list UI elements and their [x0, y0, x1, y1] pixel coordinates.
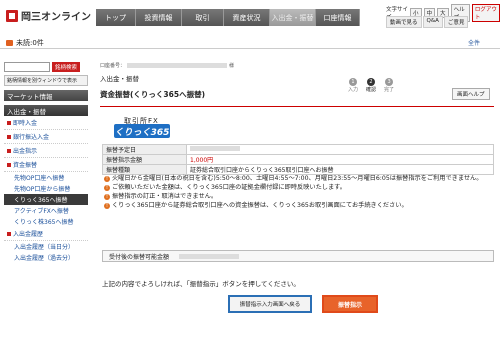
- available-amount-box: 受付後の振替可能金額: [102, 250, 494, 262]
- note-item: ! ご依頼いただいた金額は、くりっく365口座の証拠金欄付録に即時反映いたします。: [104, 184, 346, 191]
- account-label: 口座番号：: [100, 63, 126, 69]
- bullet-icon: [7, 148, 11, 153]
- logout-button[interactable]: ログアウト: [471, 4, 500, 22]
- tab-top[interactable]: トップ: [96, 9, 136, 26]
- sidebar: 銘柄検索 銘柄情報を別ウィンドウで表示 マーケット情報 入出金・振替 即時入金 …: [4, 62, 88, 263]
- sidebar-item-withdrawal[interactable]: 出金指示: [4, 144, 88, 158]
- step-complete: 3 完了: [384, 78, 395, 93]
- unread-count: 未読:0件: [16, 39, 44, 47]
- util-links: 動画で見る Q&A ご意見: [386, 16, 469, 28]
- sidebar-item-label: 出金指示: [13, 148, 38, 155]
- sidebar-item-label: 資金振替: [13, 162, 38, 169]
- sidebar-sub-futures-to[interactable]: 先物OP口座へ振替: [4, 172, 88, 183]
- tab-deposit-transfer[interactable]: 入出金・振替: [270, 9, 316, 26]
- sidebar-sub-activefx[interactable]: アクティブFXへ振替: [4, 205, 88, 216]
- note-item: ! 振替指示の訂正・取消はできません。: [104, 193, 218, 200]
- sidebar-sub-history-past[interactable]: 入出金履歴（過去分）: [4, 252, 88, 263]
- account-suffix: 様: [229, 63, 235, 69]
- table-row: 振替予定日: [102, 144, 494, 155]
- stock-search-button[interactable]: 銘柄検索: [52, 62, 81, 72]
- bullet-icon: [7, 231, 11, 236]
- table-row: 振替種類 証券総合取引口座からくりっく365取引口座へお振替: [102, 164, 494, 175]
- mail-icon: [6, 40, 13, 46]
- brand-name: 岡三オンライン: [21, 12, 91, 23]
- bullet-icon: [7, 162, 11, 167]
- table-key: 振替指示金額: [102, 154, 187, 165]
- sidebar-sub-click365[interactable]: くりっく365へ振替: [4, 194, 88, 205]
- warning-icon: !: [104, 184, 110, 191]
- transfer-details-table: 振替予定日 振替指示金額 1,000円 振替種類 証券総合取引口座からくりっく3…: [102, 144, 494, 175]
- table-key: 振替種類: [102, 164, 187, 175]
- sidebar-sub-futures-from[interactable]: 先物OP口座から振替: [4, 183, 88, 194]
- bullet-icon: [7, 134, 11, 139]
- video-link[interactable]: 動画で見る: [386, 16, 422, 28]
- all-messages-link[interactable]: 全件: [468, 38, 480, 47]
- warning-icon: !: [104, 175, 110, 182]
- note-item: ! 火曜日から金曜日(日本の祝日を含む)5:50～8:00、土曜日4:55～7:0…: [104, 175, 483, 182]
- warning-icon: !: [104, 202, 110, 209]
- title-underline: [100, 106, 494, 107]
- sidebar-item-fund-transfer[interactable]: 資金振替: [4, 158, 88, 172]
- page-title: 資金振替(くりっく365へ振替): [100, 90, 206, 99]
- instruction-text: 上記の内容でよろしければ、「振替指示」ボタンを押してください。: [102, 280, 300, 288]
- stock-search: 銘柄検索: [4, 62, 88, 72]
- back-to-input-button[interactable]: 振替指示入力画面へ戻る: [228, 295, 312, 313]
- divider: [0, 48, 500, 49]
- step-confirm: 2 確認: [366, 78, 377, 93]
- open-window-link[interactable]: 銘柄情報を別ウィンドウで表示: [4, 75, 88, 86]
- screen-help-button[interactable]: 画面ヘルプ: [452, 88, 490, 100]
- sidebar-item-instant-deposit[interactable]: 即時入金: [4, 116, 88, 130]
- masked-amount: [179, 253, 240, 259]
- warning-icon: !: [104, 193, 110, 200]
- step-input: 1 入力: [348, 78, 359, 93]
- account-masked: [127, 63, 228, 68]
- main-content: 口座番号： 様 入出金・振替 資金振替(くりっく365へ振替) 1 入力 2 確認 …: [100, 62, 494, 313]
- tab-trade[interactable]: 取引: [182, 9, 224, 26]
- market-info-head[interactable]: マーケット情報: [4, 90, 88, 101]
- stock-search-input[interactable]: [4, 62, 50, 72]
- table-row: 振替指示金額 1,000円: [102, 154, 494, 165]
- faq-link[interactable]: Q&A: [422, 16, 443, 28]
- sidebar-sub-click-stock365[interactable]: くりっく株365へ振替: [4, 216, 88, 227]
- sidebar-item-bank-transfer[interactable]: 銀行振込入金: [4, 130, 88, 144]
- submit-transfer-button[interactable]: 振替指示: [322, 295, 378, 313]
- header: 岡三オンライン トップ 投資情報 取引 資産状況 入出金・振替 口座情報 文字サ…: [0, 0, 500, 40]
- brand-mark-icon: [6, 9, 18, 22]
- account-number: 口座番号： 様: [100, 62, 494, 69]
- deposit-transfer-head[interactable]: 入出金・振替: [4, 105, 88, 116]
- sidebar-sub-history-today[interactable]: 入出金履歴（当日分）: [4, 241, 88, 252]
- table-key: 振替予定日: [102, 144, 187, 155]
- note-item: ! くりっく365口座から証券総合取引口座への資金振替は、くりっく365お取引画面…: [104, 202, 408, 209]
- notes-list: ! 火曜日から金曜日(日本の祝日を含む)5:50～8:00、土曜日4:55～7:0…: [104, 174, 494, 210]
- main-nav: トップ 投資情報 取引 資産状況 入出金・振替 口座情報: [96, 9, 360, 26]
- available-amount-label: 受付後の振替可能金額: [109, 253, 170, 261]
- tab-account[interactable]: 口座情報: [316, 9, 360, 26]
- sidebar-item-history[interactable]: 入出金履歴: [4, 227, 88, 241]
- table-value: [186, 144, 494, 155]
- unread-indicator[interactable]: 未読:0件: [6, 38, 44, 48]
- sidebar-item-label: 即時入金: [13, 120, 38, 127]
- bullet-icon: [7, 120, 11, 125]
- progress-steps: 1 入力 2 確認 3 完了: [348, 78, 394, 93]
- feedback-link[interactable]: ご意見: [443, 16, 469, 28]
- breadcrumb: 入出金・振替: [100, 75, 139, 83]
- masked-date: [190, 146, 240, 151]
- table-value: 証券総合取引口座からくりっく365取引口座へお振替: [186, 164, 494, 175]
- sidebar-item-label: 入出金履歴: [13, 231, 44, 238]
- sidebar-item-label: 銀行振込入金: [13, 134, 50, 141]
- table-value: 1,000円: [186, 154, 494, 165]
- tab-market-info[interactable]: 投資情報: [136, 9, 182, 26]
- tab-assets[interactable]: 資産状況: [224, 9, 270, 26]
- brand-logo[interactable]: 岡三オンライン: [6, 8, 91, 23]
- click365-logo: くりっく365: [114, 124, 170, 138]
